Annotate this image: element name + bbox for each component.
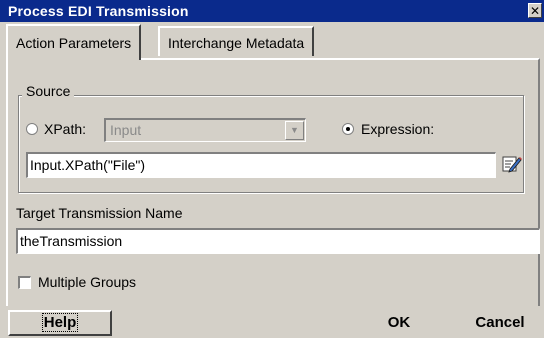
cancel-button[interactable]: Cancel: [460, 310, 540, 336]
tab-interchange-metadata[interactable]: Interchange Metadata: [158, 26, 315, 56]
title-bar[interactable]: Process EDI Transmission ✕: [0, 0, 544, 22]
expression-radio[interactable]: [342, 123, 354, 135]
tab-action-parameters[interactable]: Action Parameters: [6, 24, 142, 60]
source-legend: Source: [22, 82, 75, 100]
window-title: Process EDI Transmission: [8, 3, 189, 19]
source-group: [18, 95, 524, 193]
xpath-select[interactable]: Input ▼: [104, 118, 306, 142]
target-transmission-input[interactable]: theTransmission: [16, 228, 540, 254]
help-button[interactable]: Help: [8, 310, 112, 336]
edit-expression-icon[interactable]: [502, 154, 522, 174]
close-icon[interactable]: ✕: [528, 3, 542, 18]
chevron-down-icon[interactable]: ▼: [285, 121, 304, 140]
multiple-groups-checkbox[interactable]: [18, 276, 31, 289]
xpath-radio[interactable]: [26, 123, 38, 135]
target-transmission-label: Target Transmission Name: [16, 205, 183, 221]
ok-button[interactable]: OK: [372, 310, 426, 336]
help-button-label: Help: [41, 313, 79, 332]
multiple-groups-label: Multiple Groups: [38, 274, 137, 290]
dialog-window: Process EDI Transmission ✕ Action Parame…: [0, 0, 544, 338]
expression-radio-label: Expression:: [361, 121, 435, 137]
xpath-select-value: Input: [110, 122, 142, 138]
xpath-radio-label: XPath:: [44, 121, 87, 137]
expression-input[interactable]: Input.XPath("File"): [26, 152, 496, 178]
